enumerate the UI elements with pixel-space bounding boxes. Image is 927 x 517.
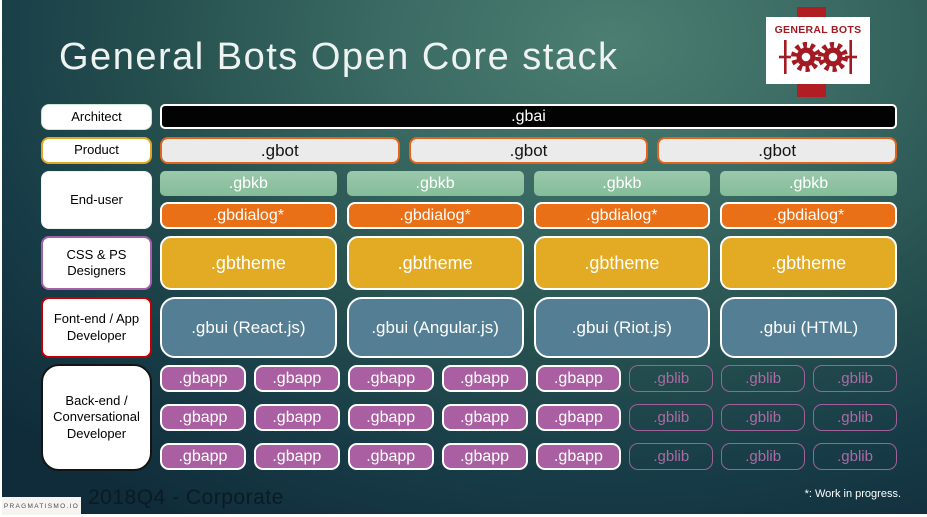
gbot-box: .gbot <box>657 137 898 164</box>
gblib-box: .gblib <box>721 443 806 470</box>
label-architect: Architect <box>41 104 152 130</box>
gbui-angular-box: .gbui (Angular.js) <box>346 297 524 358</box>
row-gbui: .gbui (React.js) .gbui (Angular.js) .gbu… <box>160 297 897 358</box>
gblib-box: .gblib <box>721 365 806 392</box>
row-gbot: .gbot .gbot .gbot <box>160 137 898 164</box>
gbot-box: .gbot <box>160 137 400 164</box>
gbapp-box: .gbapp <box>535 365 622 392</box>
page-title: General Bots Open Core stack <box>59 36 619 78</box>
gblib-box: .gblib <box>813 443 897 470</box>
label-css-ps-designers: CSS & PS Designers <box>41 236 152 290</box>
label-frontend-developer: Font-end / App Developer <box>41 297 152 358</box>
gbapp-box: .gbapp <box>347 443 434 470</box>
gbdialog-box: .gbdialog* <box>160 202 337 229</box>
label-backend-developer: Back-end / Conversational Developer <box>41 364 152 471</box>
gbui-html-box: .gbui (HTML) <box>720 297 897 358</box>
gblib-box: .gblib <box>721 404 806 431</box>
gbapp-box: .gbapp <box>441 443 528 470</box>
gblib-box: .gblib <box>813 404 897 431</box>
label-frontend-developer-text: Font-end / App Developer <box>53 311 140 343</box>
slide: General Bots Open Core stack GENERAL BOT… <box>0 0 927 517</box>
gbai-box: .gbai <box>160 104 897 129</box>
work-in-progress-footnote: *: Work in progress. <box>804 488 901 500</box>
label-css-ps-designers-text: CSS & PS Designers <box>66 246 127 278</box>
row-gbdialog: .gbdialog* .gbdialog* .gbdialog* .gbdial… <box>160 202 897 229</box>
gblib-box: .gblib <box>813 365 897 392</box>
gbapp-box: .gbapp <box>347 404 434 431</box>
gbapp-box: .gbapp <box>253 404 340 431</box>
gbapp-box: .gbapp <box>253 365 340 392</box>
label-product-text: Product <box>74 142 119 158</box>
gbdialog-box: .gbdialog* <box>346 202 524 229</box>
gbapp-box: .gbapp <box>535 443 622 470</box>
row-backend-3: .gbapp .gbapp .gbapp .gbapp .gbapp .gbli… <box>160 443 897 470</box>
gblib-box: .gblib <box>629 404 714 431</box>
slide-left-edge <box>0 0 2 517</box>
label-backend-developer-text: Back-end / Conversational Developer <box>53 393 140 441</box>
gbtheme-box: .gbtheme <box>720 236 897 290</box>
label-end-user: End-user <box>41 171 152 229</box>
gblib-box: .gblib <box>629 365 714 392</box>
gbtheme-box: .gbtheme <box>160 236 337 290</box>
gbapp-box: .gbapp <box>253 443 340 470</box>
gbui-react-box: .gbui (React.js) <box>160 297 337 358</box>
gbdialog-box: .gbdialog* <box>720 202 897 229</box>
gbapp-box: .gbapp <box>160 443 246 470</box>
gbapp-box: .gbapp <box>347 365 434 392</box>
row-gbtheme: .gbtheme .gbtheme .gbtheme .gbtheme <box>160 236 897 290</box>
logo-brand-text: GENERAL BOTS <box>774 24 862 36</box>
gbapp-box: .gbapp <box>441 404 528 431</box>
gbapp-box: .gbapp <box>535 404 622 431</box>
gbui-riot-box: .gbui (Riot.js) <box>533 297 711 358</box>
row-backend-2: .gbapp .gbapp .gbapp .gbapp .gbapp .gbli… <box>160 404 897 431</box>
gbtheme-box: .gbtheme <box>346 236 524 290</box>
general-bots-logo: GENERAL BOTS <box>766 17 870 84</box>
row-backend-1: .gbapp .gbapp .gbapp .gbapp .gbapp .gbli… <box>160 365 897 392</box>
label-architect-text: Architect <box>71 108 122 124</box>
gbapp-box: .gbapp <box>160 365 246 392</box>
gbdialog-box: .gbdialog* <box>533 202 711 229</box>
row-gbkb: .gbkb .gbkb .gbkb .gbkb <box>160 171 897 196</box>
footer-caption: 2018Q4 - Corporate <box>88 486 284 509</box>
gbkb-box: .gbkb <box>160 171 337 196</box>
label-end-user-text: End-user <box>70 191 123 207</box>
gbtheme-box: .gbtheme <box>533 236 711 290</box>
label-product: Product <box>41 137 152 164</box>
gbkb-box: .gbkb <box>533 171 711 196</box>
gears-icon <box>776 37 860 82</box>
pragmatismo-logo: PRAGMATISMO.IO <box>2 497 81 515</box>
gbot-box: .gbot <box>408 137 649 164</box>
row-gbai: .gbai <box>160 104 897 129</box>
gbapp-box: .gbapp <box>441 365 528 392</box>
gblib-box: .gblib <box>629 443 714 470</box>
gbapp-box: .gbapp <box>160 404 246 431</box>
gbkb-box: .gbkb <box>720 171 897 196</box>
gbkb-box: .gbkb <box>346 171 524 196</box>
